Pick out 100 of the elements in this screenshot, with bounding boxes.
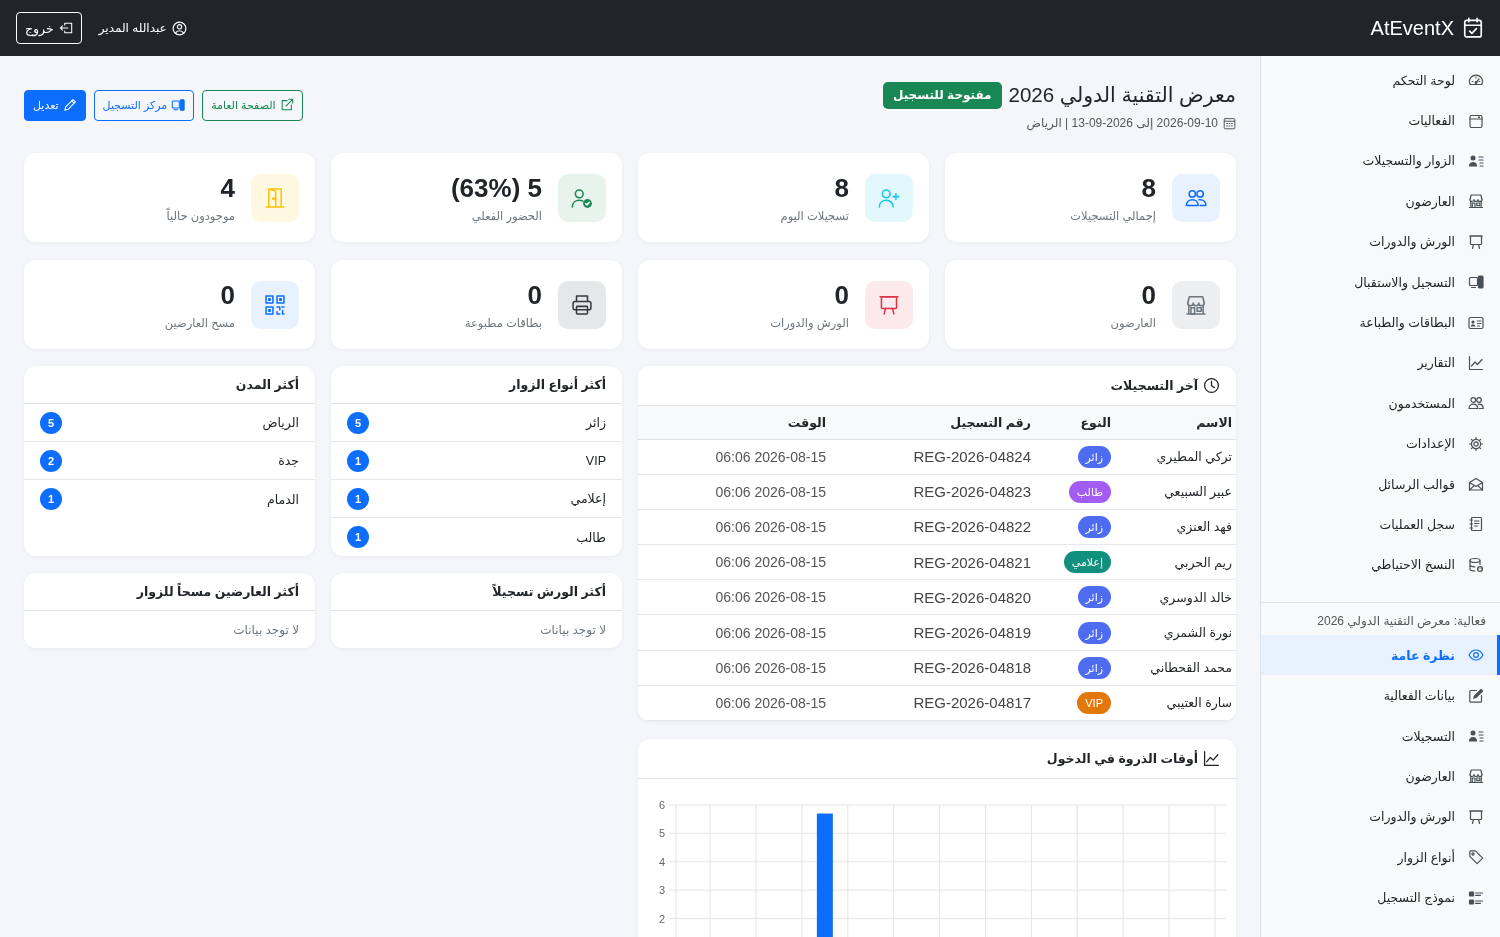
- stat-label: مسح العارضين: [164, 315, 235, 330]
- external-link-icon: [279, 98, 294, 112]
- axis-tick-label: 2: [658, 912, 665, 925]
- type-badge: زائر: [1077, 621, 1111, 644]
- count-badge: 2: [40, 449, 62, 472]
- sidebar-item[interactable]: الفعاليات: [1261, 100, 1500, 141]
- eye-icon: [1468, 647, 1484, 664]
- table-cell: عبير السبيعي: [1115, 474, 1236, 510]
- sidebar-item[interactable]: الإعدادات: [1261, 423, 1500, 464]
- count-badge: 1: [347, 526, 369, 548]
- stat-value: 0: [219, 279, 235, 310]
- table-cell: ريم الحربي: [1115, 544, 1236, 580]
- easel-icon: [1468, 233, 1484, 250]
- calendar-check-icon: [1462, 17, 1484, 39]
- logout-icon: [58, 21, 73, 35]
- list-item-label: طالب: [576, 529, 606, 545]
- sidebar-item[interactable]: التسجيلات: [1261, 715, 1500, 757]
- sidebar-item[interactable]: النسخ الاحتياطي: [1261, 544, 1500, 586]
- table-cell: فهد العنزي: [1115, 509, 1236, 545]
- sidebar-item[interactable]: العارضون: [1261, 756, 1500, 797]
- table-cell: خالد الدوسري: [1115, 579, 1236, 615]
- id-card-icon: [1468, 314, 1484, 331]
- card-title: أكثر الورش تسجيلاً: [492, 584, 606, 599]
- table-cell: REG-2026-04821: [830, 544, 1035, 580]
- line-chart-icon: [1203, 750, 1220, 767]
- people-icon: [1172, 173, 1220, 222]
- axis-tick-label: 6: [658, 799, 665, 811]
- count-badge: 1: [347, 487, 369, 510]
- list-item-label: إعلامي: [570, 491, 606, 506]
- stat-label: بطاقات مطبوعة: [464, 315, 542, 330]
- count-badge: 5: [347, 411, 369, 434]
- count-badge: 1: [347, 449, 369, 472]
- public-page-button[interactable]: الصفحة العامة: [202, 89, 303, 121]
- sidebar-item[interactable]: الورش والدورات: [1261, 796, 1500, 838]
- table-cell: تركي المطيري: [1115, 439, 1236, 475]
- status-badge: مفتوحة للتسجيل: [883, 81, 1002, 109]
- sidebar-item[interactable]: المستخدمون: [1261, 383, 1500, 424]
- type-badge: زائر: [1077, 656, 1111, 679]
- logout-button[interactable]: خروج: [16, 12, 82, 44]
- table-cell: REG-2026-04818: [830, 650, 1035, 686]
- event-dates: 2026-09-10 إلى 2026-09-13 | الرياض: [1026, 116, 1218, 130]
- table-cell: 2026-08-15 06:06: [638, 650, 830, 686]
- table-cell: 2026-08-15 06:06: [638, 579, 830, 615]
- sidebar-item[interactable]: الورش والدورات: [1261, 221, 1500, 262]
- sidebar-item[interactable]: العارضون: [1261, 181, 1500, 222]
- user-name: عبدالله المدير: [98, 21, 167, 35]
- column-header: رقم التسجيل: [830, 406, 1035, 439]
- store-icon: [1468, 768, 1484, 785]
- settings-icon: [1468, 435, 1484, 452]
- calendar-icon: [1468, 112, 1484, 129]
- type-badge: طالب: [1068, 480, 1111, 503]
- sidebar-item[interactable]: البطاقات والطباعة: [1261, 302, 1500, 343]
- sidebar-item[interactable]: بيانات الفعالية: [1261, 675, 1500, 716]
- sidebar-item[interactable]: التقارير: [1261, 342, 1500, 384]
- sidebar-item[interactable]: قوالب الرسائل: [1261, 463, 1500, 505]
- sidebar-item[interactable]: سجل العمليات: [1261, 504, 1500, 545]
- brand-link[interactable]: AtEventX: [1370, 16, 1484, 40]
- stat-label: تسجيلات اليوم: [780, 208, 849, 223]
- table-cell: REG-2026-04819: [830, 614, 1035, 651]
- table-cell: 2026-08-15 06:06: [638, 614, 830, 651]
- sidebar-item[interactable]: التسجيل والاستقبال: [1261, 261, 1500, 303]
- edit-button[interactable]: تعديل: [24, 89, 86, 121]
- table-cell: REG-2026-04824: [830, 439, 1035, 475]
- sidebar-item[interactable]: أنواع الزوار: [1261, 837, 1500, 878]
- stat-label: العارضون: [1110, 315, 1156, 330]
- count-badge: 5: [40, 411, 62, 434]
- sidebar-item[interactable]: الزوار والتسجيلات: [1261, 140, 1500, 182]
- stat-label: الورش والدورات: [770, 315, 849, 330]
- list-item-label: زائر: [586, 415, 606, 430]
- sidebar-section-title: فعالية: معرض التقنية الدولي 2026: [1316, 613, 1487, 630]
- stat-value: 4: [219, 172, 235, 203]
- stat-value: 0: [526, 279, 542, 310]
- type-badge: زائر: [1077, 445, 1111, 468]
- table-cell: 2026-08-15 06:06: [638, 439, 830, 475]
- sidebar-item[interactable]: نموذج التسجيل: [1261, 877, 1500, 918]
- axis-tick-label: 5: [658, 827, 665, 840]
- type-badge: VIP: [1077, 691, 1111, 714]
- table-cell: REG-2026-04823: [830, 474, 1035, 510]
- qr-code-icon: [251, 280, 299, 329]
- pencil-square-icon: [1468, 687, 1484, 704]
- table-cell: سارة العتيبي: [1115, 685, 1236, 721]
- table-cell: REG-2026-04822: [830, 509, 1035, 545]
- type-badge: زائر: [1077, 586, 1111, 609]
- person-check-icon: [558, 173, 606, 222]
- sidebar-item[interactable]: لوحة التحكم: [1261, 60, 1500, 101]
- store-icon: [1172, 280, 1220, 329]
- stat-value: 5 (63%): [450, 172, 542, 203]
- table-cell: نورة الشمري: [1115, 614, 1236, 651]
- card-title: آخر التسجيلات: [1110, 378, 1198, 393]
- card-title: أكثر المدن: [235, 377, 299, 392]
- table-cell: 2026-08-15 06:06: [638, 685, 830, 721]
- column-header: الاسم: [1115, 406, 1236, 439]
- sidebar-item[interactable]: نظرة عامة: [1261, 635, 1500, 676]
- stat-value: 8: [833, 172, 849, 203]
- card-title: أكثر أنواع الزوار: [508, 377, 606, 392]
- registration-desk-button[interactable]: مركز التسجيل: [93, 89, 195, 121]
- checklist-icon: [1468, 889, 1484, 906]
- card-title: أوقات الذروة في الدخول: [1046, 751, 1198, 766]
- stat-value: 8: [1140, 172, 1156, 203]
- calendar-icon: [1223, 116, 1236, 130]
